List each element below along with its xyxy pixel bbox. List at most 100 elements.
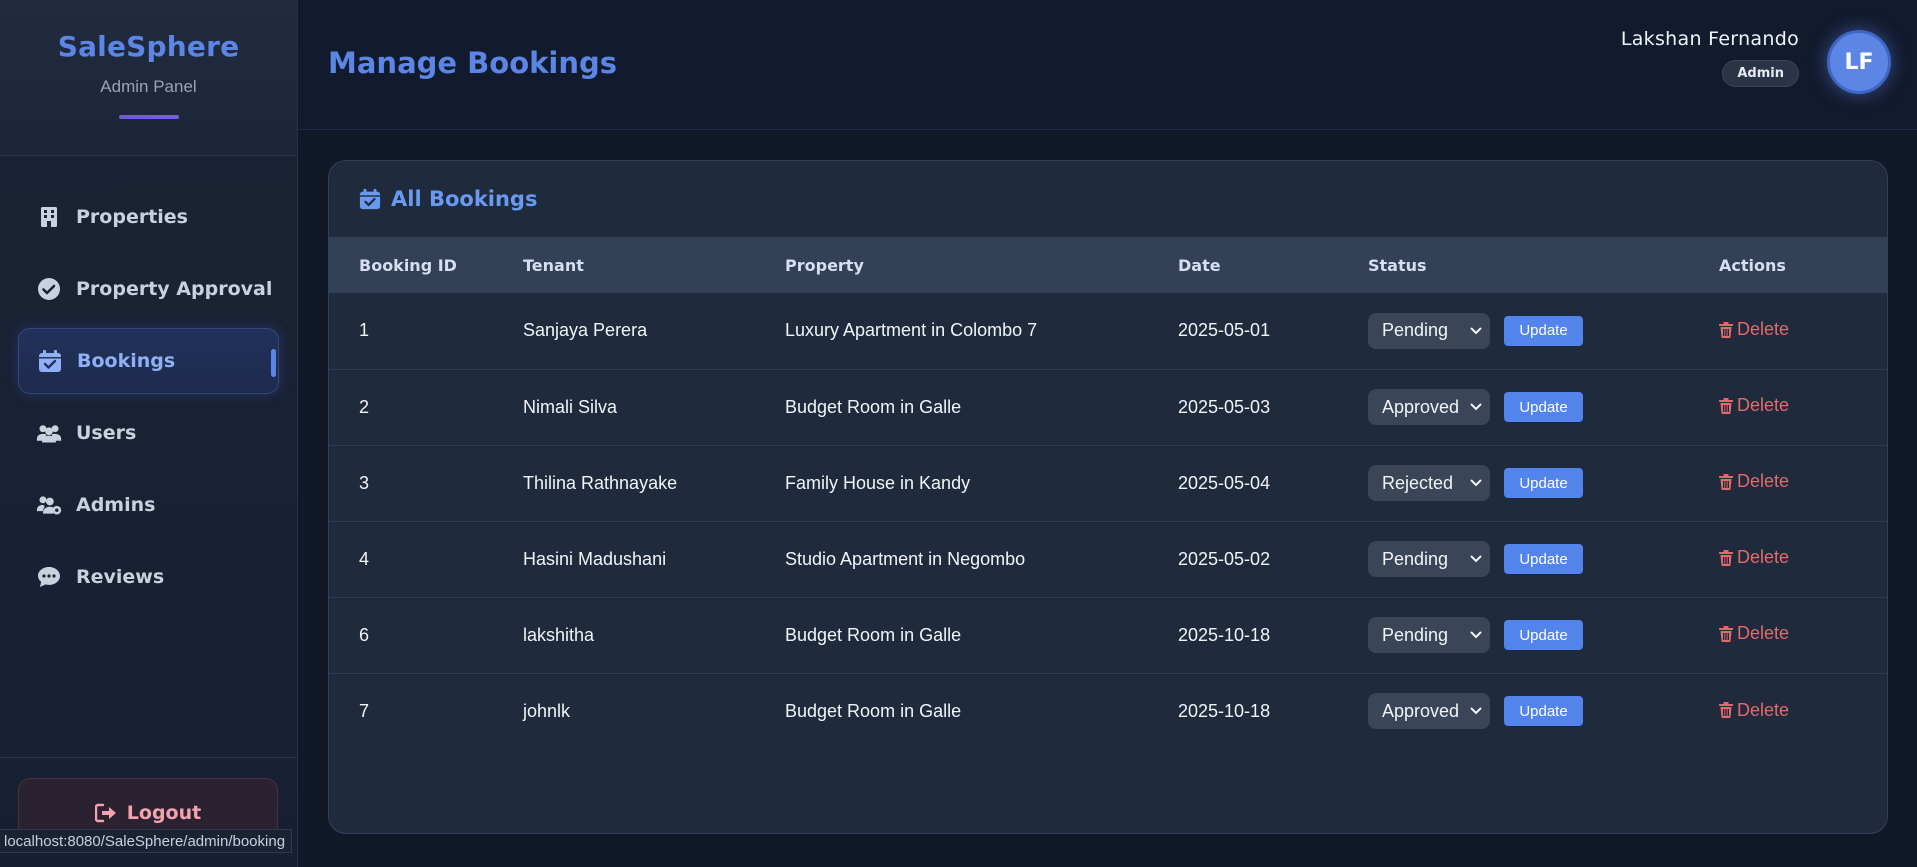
sidebar-nav: Properties Property Approval Bookings Us…: [0, 156, 297, 610]
delete-label: Delete: [1737, 547, 1790, 568]
column-header-actions: Actions: [1719, 255, 1786, 275]
sidebar-item-label: Properties: [76, 206, 188, 228]
delete-button[interactable]: Delete: [1719, 623, 1789, 644]
tenant-name: Nimali Silva: [523, 396, 618, 417]
table-row: 1 Sanjaya Perera Luxury Apartment in Col…: [329, 293, 1887, 369]
update-button[interactable]: Update: [1504, 620, 1583, 650]
comment-dots-icon: [36, 564, 62, 590]
booking-date: 2025-10-18: [1178, 700, 1271, 721]
column-header-status: Status: [1368, 255, 1427, 275]
property-name: Family House in Kandy: [785, 472, 971, 493]
delete-button[interactable]: Delete: [1719, 319, 1789, 340]
status-select-value: Pending: [1382, 320, 1449, 341]
table-row: 4 Hasini Madushani Studio Apartment in N…: [329, 521, 1887, 597]
active-indicator: [271, 349, 276, 377]
trash-icon: [1719, 702, 1733, 718]
status-select[interactable]: Pending: [1368, 541, 1490, 577]
table-header: Booking ID Tenant Property Date Status A…: [329, 237, 1887, 293]
delete-button[interactable]: Delete: [1719, 547, 1789, 568]
update-button[interactable]: Update: [1504, 696, 1583, 727]
chevron-down-icon: [1470, 707, 1482, 715]
sidebar-item-label: Admins: [76, 494, 156, 516]
delete-label: Delete: [1737, 319, 1790, 339]
booking-date: 2025-10-18: [1178, 624, 1271, 645]
update-button[interactable]: Update: [1504, 315, 1583, 346]
status-cell: Rejected Update: [1368, 445, 1719, 521]
brand-subtitle: Admin Panel: [100, 77, 197, 96]
property-name: Budget Room in Galle: [785, 624, 962, 645]
chevron-down-icon: [1470, 403, 1482, 411]
delete-button[interactable]: Delete: [1719, 395, 1789, 416]
update-button[interactable]: Update: [1504, 544, 1583, 574]
column-header-property: Property: [785, 255, 864, 275]
tenant-name: johnlk: [523, 700, 571, 721]
column-header-booking-id: Booking ID: [359, 255, 457, 275]
booking-id: 3: [359, 472, 370, 493]
status-select-value: Pending: [1382, 624, 1449, 645]
chevron-down-icon: [1470, 327, 1482, 335]
brand-underline: [118, 115, 179, 119]
update-button[interactable]: Update: [1504, 468, 1583, 498]
property-name: Luxury Apartment in Colombo 7: [785, 320, 1038, 341]
sidebar-item-users[interactable]: Users: [18, 400, 279, 466]
delete-label: Delete: [1737, 623, 1790, 644]
status-select-value: Pending: [1382, 548, 1449, 569]
delete-button[interactable]: Delete: [1719, 700, 1789, 721]
booking-date: 2025-05-01: [1178, 320, 1271, 341]
avatar[interactable]: LF: [1827, 30, 1891, 94]
sidebar-item-label: Reviews: [76, 566, 165, 588]
status-cell: Pending Update: [1368, 521, 1719, 597]
bookings-card: All Bookings Booking ID Tenant Property …: [328, 160, 1888, 834]
tenant-name: lakshitha: [523, 624, 595, 645]
status-select-value: Rejected: [1382, 472, 1454, 493]
status-select[interactable]: Pending: [1368, 617, 1490, 653]
booking-date: 2025-05-03: [1178, 396, 1271, 417]
card-title: All Bookings: [391, 187, 538, 211]
table-row: 2 Nimali Silva Budget Room in Galle 2025…: [329, 369, 1887, 445]
trash-icon: [1719, 473, 1733, 490]
actions-cell: Delete: [1719, 597, 1887, 673]
status-cell: Approved Update: [1368, 369, 1719, 445]
sidebar-item-label: Users: [76, 422, 137, 444]
page-title: Manage Bookings: [328, 46, 618, 80]
sidebar-item-bookings[interactable]: Bookings: [18, 328, 279, 394]
actions-cell: Delete: [1719, 369, 1887, 445]
calendar-check-icon: [359, 188, 381, 210]
status-select-value: Approved: [1382, 700, 1460, 721]
sidebar-item-admins[interactable]: Admins: [18, 472, 279, 538]
users-gear-icon: [36, 492, 62, 518]
status-select-value: Approved: [1382, 396, 1460, 417]
chevron-down-icon: [1470, 479, 1482, 487]
booking-id: 1: [359, 320, 370, 341]
trash-icon: [1719, 549, 1733, 566]
sign-out-icon: [94, 803, 117, 823]
delete-button[interactable]: Delete: [1719, 471, 1789, 492]
brand-title[interactable]: SaleSphere: [0, 30, 297, 63]
property-name: Budget Room in Galle: [785, 396, 962, 417]
status-select[interactable]: Approved: [1368, 693, 1490, 730]
sidebar: SaleSphere Admin Panel Properties Proper…: [0, 0, 298, 867]
sidebar-item-properties[interactable]: Properties: [18, 184, 279, 250]
building-icon: [36, 204, 62, 230]
booking-date: 2025-05-04: [1178, 472, 1271, 493]
table-row: 7 johnlk Budget Room in Galle 2025-10-18…: [329, 673, 1887, 749]
trash-icon: [1719, 397, 1733, 414]
tenant-name: Hasini Madushani: [523, 548, 667, 569]
delete-label: Delete: [1737, 395, 1790, 416]
tenant-name: Sanjaya Perera: [523, 320, 648, 341]
logout-label: Logout: [126, 802, 202, 824]
sidebar-item-property-approval[interactable]: Property Approval: [18, 256, 279, 322]
sidebar-item-reviews[interactable]: Reviews: [18, 544, 279, 610]
users-icon: [36, 420, 62, 446]
update-button[interactable]: Update: [1504, 392, 1583, 422]
actions-cell: Delete: [1719, 673, 1887, 749]
status-select[interactable]: Pending: [1368, 312, 1490, 349]
status-select[interactable]: Approved: [1368, 389, 1490, 425]
actions-cell: Delete: [1719, 293, 1887, 369]
status-select[interactable]: Rejected: [1368, 465, 1490, 501]
booking-id: 7: [359, 700, 370, 721]
booking-id: 4: [359, 548, 370, 569]
chevron-down-icon: [1470, 631, 1482, 639]
status-cell: Pending Update: [1368, 293, 1719, 369]
table-body: 1 Sanjaya Perera Luxury Apartment in Col…: [329, 293, 1887, 749]
